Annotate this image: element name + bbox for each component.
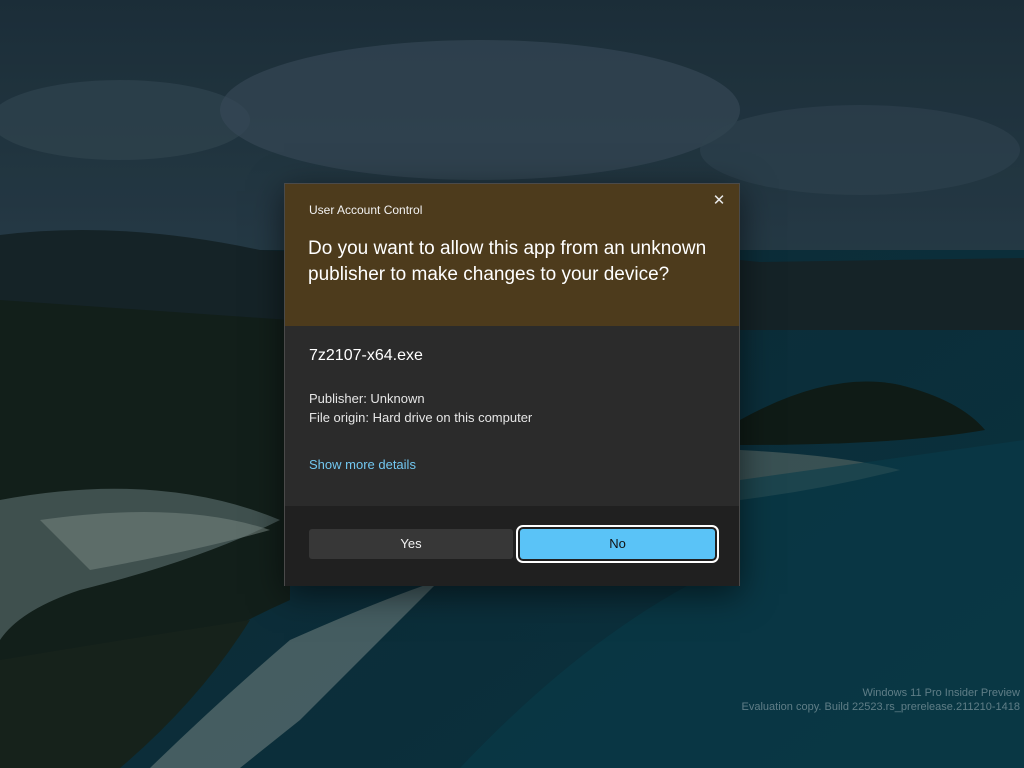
app-name: 7z2107-x64.exe (309, 347, 423, 364)
dialog-title: User Account Control (309, 203, 423, 217)
windows-watermark: Windows 11 Pro Insider Preview Evaluatio… (742, 686, 1020, 714)
show-more-details-link[interactable]: Show more details (309, 457, 416, 472)
file-origin-text: File origin: Hard drive on this computer (309, 410, 533, 425)
publisher-text: Publisher: Unknown (309, 391, 425, 406)
watermark-line-2: Evaluation copy. Build 22523.rs_prerelea… (741, 701, 1020, 713)
watermark-line-1: Windows 11 Pro Insider Preview (862, 687, 1020, 699)
yes-button[interactable]: Yes (309, 529, 513, 559)
uac-dialog: User Account Control ✕ Do you want to al… (284, 183, 740, 586)
dialog-question: Do you want to allow this app from an un… (308, 238, 707, 285)
no-button[interactable]: No (516, 525, 719, 563)
close-icon[interactable]: ✕ (707, 190, 731, 212)
